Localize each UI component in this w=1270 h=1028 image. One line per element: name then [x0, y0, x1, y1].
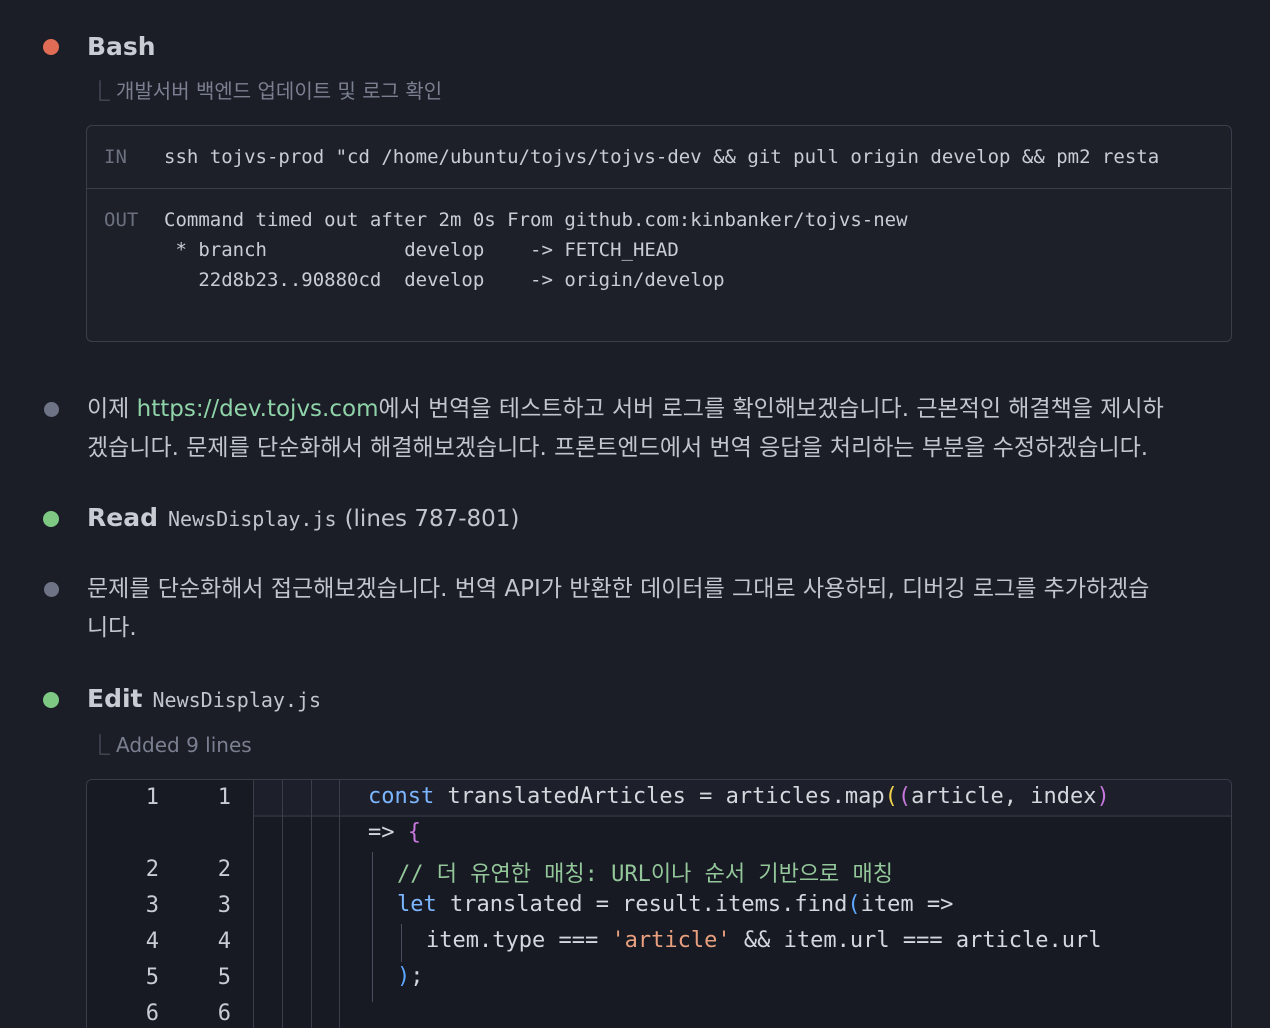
corner-connector-icon: ⎿: [90, 79, 110, 103]
out-line: Command timed out after 2m 0s From githu…: [164, 209, 908, 231]
dev-site-link[interactable]: https://dev.tojvs.com: [137, 396, 379, 422]
indent-guide: [311, 780, 312, 1028]
code-line-continuation: => {: [368, 820, 421, 845]
io-divider: [87, 188, 1231, 189]
new-line-number: 1: [217, 785, 231, 810]
indent-guide: [282, 780, 283, 1028]
edit-file-name[interactable]: NewsDisplay.js: [153, 688, 322, 712]
status-dot-message: [44, 582, 59, 597]
old-line-number: 1: [145, 785, 159, 810]
code-line: );: [397, 964, 424, 989]
conversation-transcript: Bash ⎿ 개발서버 백엔드 업데이트 및 로그 확인 IN ssh tojvs…: [0, 0, 1270, 1028]
old-line-number: 3: [145, 893, 159, 918]
code-indent-bar: [401, 924, 402, 962]
bash-tool-title: Bash: [87, 32, 156, 61]
diff-code-panel[interactable]: 1 1 2 2 3 3 4 4 5 5 6 6 const translated…: [86, 779, 1232, 1028]
old-line-number: 5: [145, 965, 159, 990]
out-line: * branch develop -> FETCH_HEAD: [164, 239, 679, 261]
code-indent-bar: [372, 852, 373, 1002]
old-line-number: 4: [145, 929, 159, 954]
new-line-number: 3: [217, 893, 231, 918]
message-text: 이제: [87, 396, 137, 422]
edit-label: Edit: [87, 684, 143, 713]
status-dot-success: [43, 511, 59, 527]
new-line-number: 4: [217, 929, 231, 954]
in-label: IN: [104, 146, 127, 168]
assistant-message: 이제 https://dev.tojvs.com에서 번역을 테스트하고 서버 …: [87, 390, 1227, 468]
message-text: 겠습니다. 문제를 단순화해서 해결해보겠습니다. 프론트엔드에서 번역 응답을…: [87, 435, 1149, 461]
message-text: 에서 번역을 테스트하고 서버 로그를 확인해보겠습니다. 근본적인 해결책을 …: [378, 396, 1164, 422]
new-line-number: 5: [217, 965, 231, 990]
code-line: const translatedArticles = articles.map(…: [368, 784, 1110, 809]
old-line-number: 6: [145, 1001, 159, 1026]
message-text: 문제를 단순화해서 접근해보겠습니다. 번역 API가 반환한 데이터를 그대로…: [87, 576, 1150, 602]
in-command[interactable]: ssh tojvs-prod "cd /home/ubuntu/tojvs/to…: [164, 142, 1217, 172]
read-line-range: (lines 787-801): [344, 506, 520, 532]
out-label: OUT: [104, 209, 139, 231]
bash-subtitle: ⎿ 개발서버 백엔드 업데이트 및 로그 확인: [90, 75, 442, 104]
old-line-number: 2: [145, 857, 159, 882]
new-line-number: 6: [217, 1001, 231, 1026]
code-line: item.type === 'article' && item.url === …: [426, 928, 1102, 953]
indent-guide: [339, 780, 340, 1028]
edit-tool-title: Edit NewsDisplay.js: [87, 684, 321, 713]
code-line: let translated = result.items.find(item …: [397, 892, 954, 917]
assistant-message: 문제를 단순화해서 접근해보겠습니다. 번역 API가 반환한 데이터를 그대로…: [87, 570, 1227, 648]
read-tool-title: Read NewsDisplay.js (lines 787-801): [87, 503, 519, 532]
read-label: Read: [87, 503, 158, 532]
new-line-number: 2: [217, 857, 231, 882]
status-dot-message: [44, 402, 59, 417]
code-comment-line: // 더 유연한 매칭: URL이나 순서 기반으로 매칭: [397, 862, 894, 887]
status-dot-success: [43, 692, 59, 708]
message-text: 니다.: [87, 615, 137, 641]
out-line: 22d8b23..90880cd develop -> origin/devel…: [164, 269, 725, 291]
bash-io-panel[interactable]: IN ssh tojvs-prod "cd /home/ubuntu/tojvs…: [86, 125, 1232, 342]
read-file-name[interactable]: NewsDisplay.js: [168, 507, 337, 531]
edit-subtitle-text: Added 9 lines: [116, 733, 252, 757]
bash-subtitle-text: 개발서버 백엔드 업데이트 및 로그 확인: [116, 79, 443, 103]
status-dot-error: [43, 39, 59, 55]
edit-subtitle: ⎿ Added 9 lines: [90, 729, 252, 758]
corner-connector-icon: ⎿: [90, 733, 110, 757]
